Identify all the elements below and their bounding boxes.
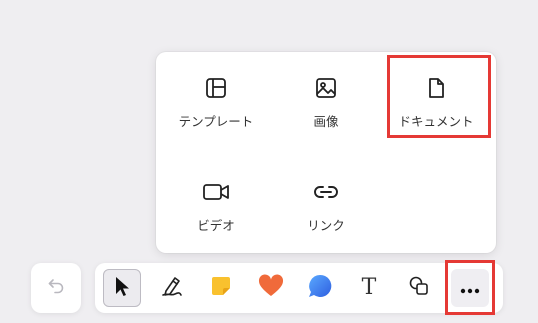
image-icon (314, 74, 338, 102)
canvas: テンプレート 画像 ドキュメント ビデオ リンク T (0, 0, 538, 323)
link-icon (312, 178, 340, 206)
undo-button[interactable] (31, 263, 81, 313)
shapes-icon (408, 275, 430, 301)
shapes-tool-button[interactable] (400, 269, 438, 307)
undo-icon (46, 276, 66, 300)
video-icon (202, 178, 230, 206)
heart-icon (258, 274, 284, 302)
text-icon: T (361, 275, 377, 300)
comment-tool-button[interactable] (301, 269, 339, 307)
menu-item-label: 画像 (313, 114, 339, 129)
menu-item-video[interactable]: ビデオ (166, 156, 266, 236)
pen-icon (160, 274, 184, 302)
sticky-note-icon (209, 274, 233, 302)
cursor-icon (112, 275, 132, 301)
text-tool-button[interactable]: T (350, 269, 388, 307)
menu-item-link[interactable]: リンク (276, 156, 376, 236)
menu-item-image[interactable]: 画像 (276, 52, 376, 132)
menu-item-label: テンプレート (178, 114, 254, 129)
more-icon (460, 279, 480, 298)
menu-item-label: ビデオ (197, 218, 235, 233)
menu-item-document[interactable]: ドキュメント (386, 52, 486, 132)
sticky-note-tool-button[interactable] (202, 269, 240, 307)
reaction-tool-button[interactable] (252, 269, 290, 307)
menu-item-template[interactable]: テンプレート (166, 52, 266, 132)
insert-menu-popup: テンプレート 画像 ドキュメント ビデオ リンク (156, 52, 496, 253)
bottom-toolbar: T (95, 263, 503, 313)
document-icon (424, 74, 448, 102)
menu-item-label: リンク (307, 218, 345, 233)
chat-bubble-icon (307, 273, 333, 303)
select-tool-button[interactable] (103, 269, 141, 307)
pen-tool-button[interactable] (153, 269, 191, 307)
template-icon (204, 74, 228, 102)
more-tools-button[interactable] (451, 269, 489, 307)
menu-item-label: ドキュメント (398, 114, 474, 129)
